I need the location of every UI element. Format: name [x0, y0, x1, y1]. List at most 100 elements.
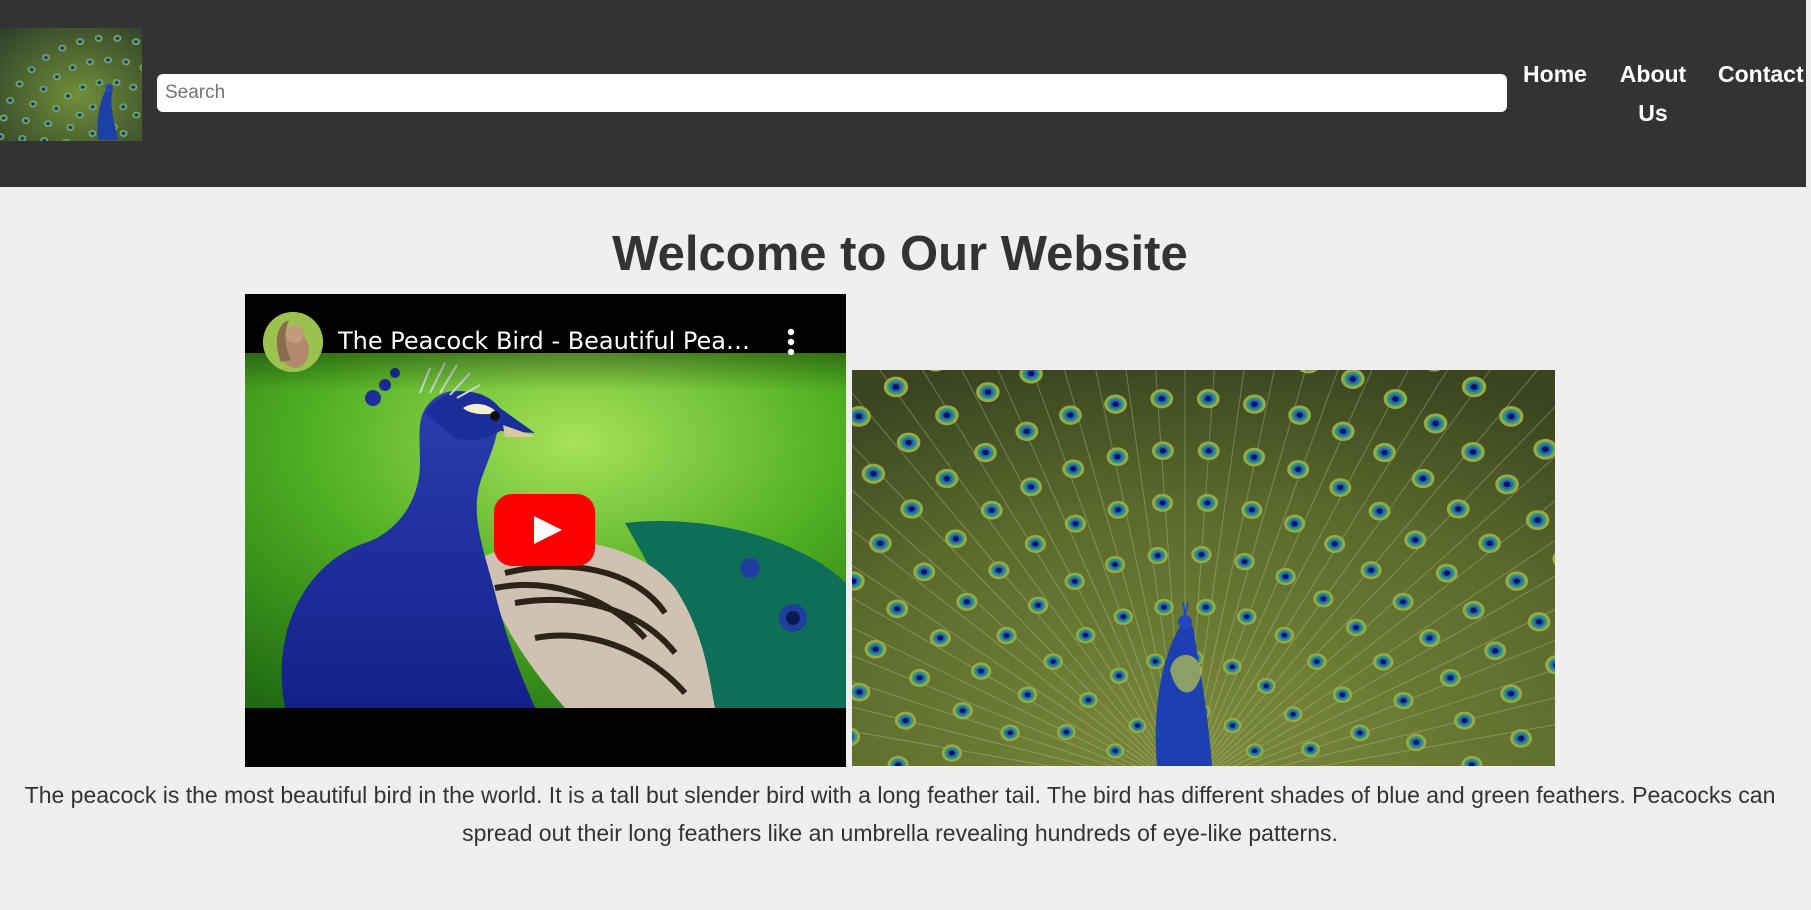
- feather-eye: [949, 750, 955, 756]
- feather-eye: [1024, 692, 1031, 698]
- page: Home About Us Contact Welcome to Our Web…: [0, 0, 1811, 910]
- feather-eye: [1443, 570, 1450, 576]
- feather-eye: [1070, 466, 1077, 472]
- channel-avatar[interactable]: [263, 312, 323, 372]
- feather-eye: [1244, 614, 1250, 620]
- feather-eye: [1291, 521, 1298, 527]
- feather-eye: [1307, 746, 1314, 752]
- feather-eye: [916, 675, 923, 681]
- feather-eye: [1507, 691, 1515, 697]
- search-input[interactable]: [157, 74, 1507, 112]
- nav-link-contact[interactable]: Contact: [1718, 55, 1811, 94]
- youtube-video-embed[interactable]: The Peacock Bird - Beautiful Peacock Bir…: [245, 294, 846, 767]
- feather-eye: [1263, 683, 1269, 689]
- feather-eye: [1115, 507, 1122, 513]
- feather-eye: [1296, 412, 1303, 418]
- feather-eye: [1158, 395, 1165, 402]
- feather-eye: [1412, 537, 1419, 543]
- feather-eye: [1517, 735, 1525, 742]
- feather-eye: [937, 635, 944, 641]
- feather-eye: [1282, 574, 1289, 579]
- more-vert-icon[interactable]: [781, 326, 801, 358]
- feather-eye: [1251, 401, 1258, 407]
- feather-eye: [1203, 604, 1209, 610]
- feather-eye: [1337, 484, 1344, 491]
- feather-eye: [24, 119, 27, 122]
- feather-eye: [55, 75, 59, 78]
- feather-eye: [1112, 748, 1118, 754]
- feather-eye: [78, 114, 81, 116]
- feather-eye: [116, 37, 119, 40]
- feather-eye: [8, 99, 12, 102]
- feather-eye: [46, 122, 50, 125]
- feather-eye: [1419, 475, 1427, 482]
- feather-eye: [1161, 604, 1167, 610]
- feather-eye: [995, 567, 1002, 573]
- feather-eye: [892, 384, 900, 390]
- feather-eye: [963, 599, 970, 605]
- nav-link-about-us[interactable]: About Us: [1612, 55, 1694, 133]
- feather-eye: [1470, 607, 1477, 613]
- feather-eye: [943, 412, 951, 419]
- feather-eye: [44, 56, 48, 59]
- feather-eye: [1380, 659, 1387, 665]
- feather-eye: [1071, 578, 1078, 584]
- feather-eye: [1392, 396, 1399, 402]
- feather-eye: [1331, 541, 1338, 547]
- feather-eye: [1085, 697, 1092, 703]
- peacock-logo-image[interactable]: [0, 28, 142, 141]
- feather-eye: [88, 60, 92, 63]
- feather-eye: [1339, 428, 1347, 435]
- feather-eye: [1314, 659, 1320, 664]
- feather-eye: [984, 389, 992, 395]
- feather-eye: [1120, 614, 1126, 620]
- feather-eye: [908, 506, 915, 512]
- feather-eye: [31, 102, 35, 105]
- feather-eye: [1486, 540, 1493, 547]
- feather-eye: [1154, 553, 1161, 559]
- feather-eye: [1295, 466, 1302, 473]
- feather-eye: [1112, 401, 1119, 407]
- feather-eye: [1229, 723, 1236, 728]
- feather-eye: [69, 126, 72, 129]
- peacock-feathers-image: [852, 370, 1555, 766]
- feather-eye: [1067, 412, 1074, 418]
- feather-eye: [134, 40, 138, 43]
- feather-eye: [1159, 448, 1166, 454]
- feather-eye: [1534, 517, 1541, 523]
- feather-eye: [988, 507, 995, 513]
- peacock-logo-graphic: [0, 28, 142, 141]
- feather-eye: [115, 81, 118, 84]
- feather-eye: [1252, 748, 1258, 754]
- nav-link-home[interactable]: Home: [1522, 55, 1588, 94]
- site-header: Home About Us Contact: [0, 0, 1806, 187]
- feather-eye: [21, 137, 24, 140]
- feather-eye: [1050, 659, 1056, 664]
- feather-eye: [1116, 673, 1122, 678]
- video-title[interactable]: The Peacock Bird - Beautiful Peacock Bir…: [338, 325, 758, 357]
- feather-eye: [902, 718, 909, 724]
- feather-eye: [1028, 484, 1035, 490]
- feather-eye: [2, 117, 5, 119]
- feather-eye: [1290, 712, 1296, 717]
- feather-eye: [1027, 370, 1035, 377]
- feather-eye: [91, 132, 94, 135]
- feather-eye: [122, 132, 125, 135]
- feather-eye: [959, 708, 966, 714]
- feather-eye: [1461, 718, 1468, 724]
- feather-eye: [1063, 729, 1069, 735]
- feather-eye: [1447, 675, 1454, 681]
- feather-eye: [1492, 648, 1499, 654]
- feather-eye: [856, 689, 863, 695]
- feather-eye: [921, 569, 928, 575]
- feather-eye: [1381, 449, 1388, 456]
- youtube-play-icon[interactable]: [494, 494, 595, 566]
- feather-eye: [1082, 632, 1089, 638]
- feather-eye: [1376, 508, 1383, 514]
- feather-eye: [1353, 625, 1360, 630]
- feather-eye: [30, 68, 33, 71]
- feather-eye: [1003, 633, 1010, 638]
- feather-eye: [1035, 602, 1041, 608]
- feather-eye: [894, 606, 901, 612]
- feather-eye: [81, 86, 84, 89]
